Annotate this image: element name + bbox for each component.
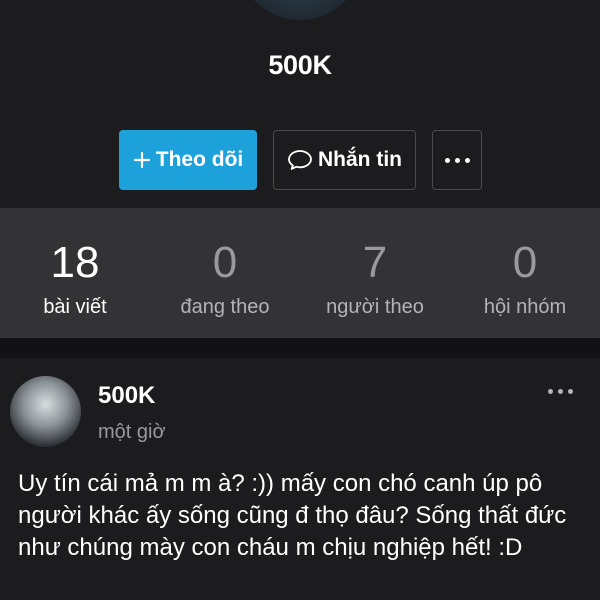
stat-value: 18 xyxy=(50,238,100,287)
message-button[interactable]: Nhắn tin xyxy=(273,130,416,190)
post-card: 500K một giờ Uy tín cái mả m m à? :)) mấ… xyxy=(0,358,600,600)
stat-value: 0 xyxy=(512,238,538,287)
chat-bubble-icon xyxy=(287,149,313,171)
stat-followers[interactable]: 7 người theo xyxy=(300,208,450,338)
stat-label: hội nhóm xyxy=(483,296,567,318)
more-dots-icon xyxy=(547,388,573,394)
stat-following[interactable]: 0 đang theo xyxy=(150,208,300,338)
more-dots-icon xyxy=(444,157,470,163)
stat-label: đang theo xyxy=(180,296,270,318)
plus-icon xyxy=(133,151,151,169)
profile-header: 500K Theo dõi Nhắn tin xyxy=(0,0,600,208)
stat-label: bài viết xyxy=(43,296,107,318)
follow-button[interactable]: Theo dõi xyxy=(119,130,257,190)
section-divider xyxy=(0,338,600,358)
post-more-button[interactable] xyxy=(540,378,580,404)
profile-stats: 18 bài viết 0 đang theo 7 người theo 0 h… xyxy=(0,208,600,338)
stat-label: người theo xyxy=(326,296,424,318)
post-timestamp: một giờ xyxy=(98,421,166,443)
profile-name: 500K xyxy=(268,50,332,80)
more-options-button[interactable] xyxy=(432,130,482,190)
post-author-avatar[interactable] xyxy=(10,376,81,447)
stat-value: 0 xyxy=(212,238,238,287)
stat-value: 7 xyxy=(362,238,388,287)
message-label: Nhắn tin xyxy=(318,148,402,171)
post-author-name[interactable]: 500K xyxy=(98,382,155,410)
post-body-text: Uy tín cái mả m m à? :)) mấy con chó can… xyxy=(18,470,567,561)
stat-groups[interactable]: 0 hội nhóm xyxy=(450,208,600,338)
follow-label: Theo dõi xyxy=(155,148,244,171)
stat-posts[interactable]: 18 bài viết xyxy=(0,208,150,338)
profile-avatar[interactable] xyxy=(237,0,363,20)
